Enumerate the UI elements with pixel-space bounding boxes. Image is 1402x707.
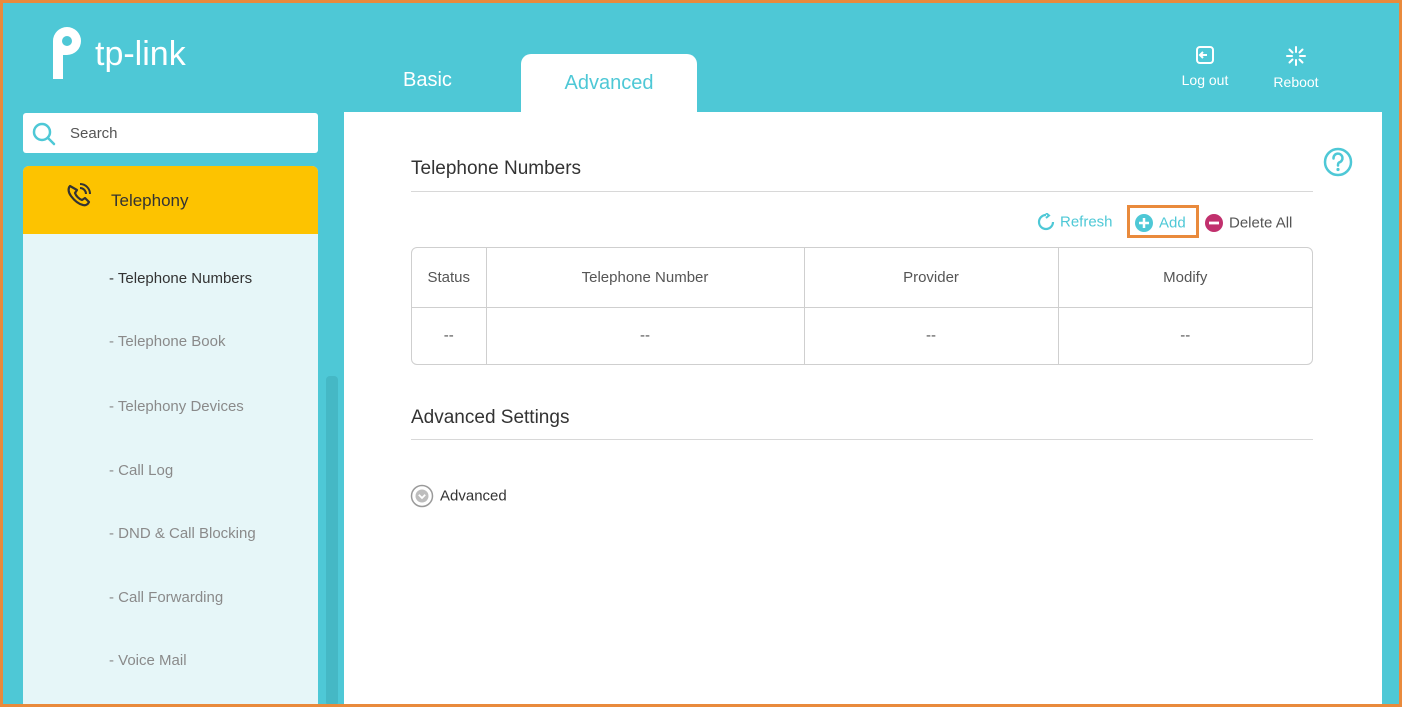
main-panel: Telephone Numbers Refresh Add Delete All… — [344, 112, 1382, 704]
logout-label: Log out — [1181, 72, 1229, 88]
search-icon — [32, 122, 56, 146]
delete-all-button[interactable]: Delete All — [1204, 213, 1292, 235]
delete-icon — [1205, 214, 1223, 232]
cell-modify: -- — [1180, 327, 1191, 345]
table-header-row: Status Telephone Number Provider Modify — [412, 248, 1312, 308]
table-row: -- -- -- -- — [412, 307, 1312, 364]
cell-telephone-number: -- — [486, 307, 805, 364]
reboot-label: Reboot — [1273, 74, 1319, 90]
sidebar: Telephony - Telephone Numbers - Telephon… — [23, 166, 318, 704]
cell-provider: -- — [804, 307, 1059, 364]
chevron-down-icon — [410, 484, 434, 508]
search-box[interactable]: Search — [23, 113, 318, 153]
reboot-icon — [1286, 46, 1306, 66]
sidebar-scrollbar[interactable] — [326, 376, 338, 704]
sidebar-item-telephone-numbers[interactable]: - Telephone Numbers — [109, 270, 252, 287]
sidebar-item-telephone-book[interactable]: - Telephone Book — [109, 333, 225, 350]
search-input[interactable]: Search — [70, 125, 118, 142]
sidebar-item-call-log[interactable]: - Call Log — [109, 462, 173, 479]
reboot-button[interactable]: Reboot — [1266, 45, 1326, 90]
advanced-toggle[interactable]: Advanced — [410, 484, 507, 508]
tp-link-logo-mark — [31, 27, 81, 79]
sidebar-item-dnd-call-blocking[interactable]: - DND & Call Blocking — [109, 525, 256, 542]
tab-basic[interactable]: Basic — [403, 69, 452, 92]
column-header-telephone-number: Telephone Number — [486, 248, 805, 308]
add-button[interactable]: Add — [1134, 213, 1186, 235]
refresh-icon — [1037, 213, 1055, 231]
tab-advanced[interactable]: Advanced — [521, 54, 697, 112]
brand-name: tp-link — [95, 35, 186, 73]
telephone-numbers-title: Telephone Numbers — [411, 158, 582, 179]
help-icon[interactable] — [1322, 146, 1354, 178]
sidebar-item-voice-mail[interactable]: - Voice Mail — [109, 652, 187, 669]
add-label: Add — [1159, 214, 1186, 232]
phone-icon — [67, 183, 91, 207]
tp-link-logo: tp-link — [23, 17, 223, 87]
advanced-toggle-label: Advanced — [440, 487, 507, 505]
logout-button[interactable]: Log out — [1175, 45, 1235, 88]
refresh-button[interactable]: Refresh — [1037, 213, 1113, 235]
column-header-modify: Modify — [1058, 248, 1312, 308]
telephone-numbers-table: Status Telephone Number Provider Modify … — [411, 247, 1313, 365]
section-divider — [411, 439, 1313, 440]
sidebar-item-call-forwarding[interactable]: - Call Forwarding — [109, 589, 223, 606]
advanced-settings-title: Advanced Settings — [411, 407, 570, 428]
sidebar-item-telephony[interactable]: Telephony — [23, 166, 318, 234]
logout-icon — [1196, 46, 1214, 64]
sidebar-section-label: Telephony — [111, 191, 189, 210]
section-divider — [411, 191, 1313, 192]
column-header-provider: Provider — [804, 248, 1059, 308]
column-header-status: Status — [412, 248, 487, 308]
refresh-label: Refresh — [1060, 213, 1113, 231]
sidebar-item-telephony-devices[interactable]: - Telephony Devices — [109, 398, 244, 415]
router-admin-window: tp-link Basic Advanced Log out Reboot Se… — [0, 0, 1402, 707]
cell-status: -- — [412, 307, 487, 364]
add-icon — [1135, 214, 1153, 232]
delete-all-label: Delete All — [1229, 214, 1293, 232]
